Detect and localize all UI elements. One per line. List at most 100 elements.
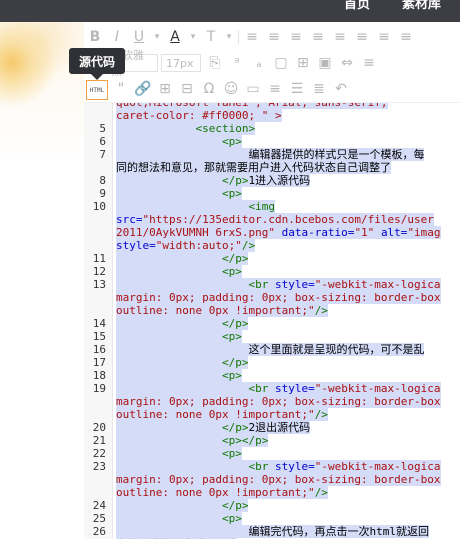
code-line[interactable]: 23 <br style="-webkit-max-logica <box>84 460 460 473</box>
line-number: 17 <box>92 356 106 369</box>
underline-icon[interactable]: U <box>128 27 150 47</box>
image-icon[interactable]: ▣ <box>314 53 336 73</box>
code-line[interactable]: outline: none 0px !important;"/> <box>84 304 460 317</box>
code-line[interactable]: 14 </p> <box>84 317 460 330</box>
source-code-editor[interactable]: quot;Microsoft YaHei", Arial, sans-serif… <box>84 102 460 539</box>
bold-icon[interactable]: B <box>84 27 106 47</box>
code-line[interactable]: outline: none 0px !important;"/> <box>84 408 460 421</box>
undo-icon[interactable]: ↶ <box>330 79 352 99</box>
emoji-icon[interactable]: ☺ <box>220 79 242 99</box>
code-line[interactable]: 20 </p>2退出源代码 <box>84 421 460 434</box>
more-icon[interactable]: ≡ <box>358 53 380 73</box>
line-number: 14 <box>92 317 106 330</box>
toolbar-row-font: ⌫ 微软雅黑 17px ⎘ ᵃ ₐ ▢ ⊞ ▣ ⇔ ≡ <box>84 49 380 78</box>
blockquote-icon[interactable]: " <box>110 79 132 99</box>
editor-toolbar: BIU▾A▾T▾≡≡≡≡≡≡≡≡ ⌫ 微软雅黑 17px ⎘ ᵃ ₐ ▢ ⊞ ▣… <box>84 22 460 102</box>
code-text: 2011/0AykVUMNH 6rxS.png" data-ratio="1" … <box>116 226 441 239</box>
code-text: margin: 0px; padding: 0px; box-sizing: b… <box>116 473 441 486</box>
code-text: outline: none 0px !important;"/> <box>116 486 328 499</box>
code-line[interactable]: 11 </p> <box>84 252 460 265</box>
code-line[interactable]: 17 </p> <box>84 356 460 369</box>
indent-icon[interactable]: ≡ <box>329 27 351 47</box>
code-line[interactable]: 22 <p> <box>84 447 460 460</box>
superscript-icon[interactable]: ᵃ <box>226 53 248 73</box>
code-line[interactable]: quot;Microsoft YaHei", Arial, sans-serif… <box>84 103 460 109</box>
code-line[interactable]: 同的想法和意见，那就需要用户进入代码状态自己调整了 <box>84 161 460 174</box>
font-color-icon[interactable]: A <box>164 27 186 47</box>
tooltip-label: 源代码 <box>78 54 115 69</box>
code-text: outline: none 0px !important;"/> <box>116 408 328 421</box>
code-line[interactable]: 21 <p></p> <box>84 434 460 447</box>
list-icon[interactable]: ☰ <box>286 79 308 99</box>
text-format-icon[interactable]: T <box>200 27 222 47</box>
line-number: 9 <box>99 187 106 200</box>
align-left-icon[interactable]: ≡ <box>241 27 263 47</box>
code-text: caret-color: #ff0000; " > <box>116 109 282 122</box>
line-number: 15 <box>92 330 106 343</box>
nav-home-link[interactable]: 首页 <box>344 0 370 12</box>
chevron-down-icon[interactable]: ▾ <box>186 27 200 47</box>
align-center-icon[interactable]: ≡ <box>263 27 285 47</box>
list-icon[interactable]: ≡ <box>373 27 395 47</box>
italic-icon[interactable]: I <box>106 27 128 47</box>
code-line[interactable]: 16 这个里面就是呈现的代码，可不是乱 <box>84 343 460 356</box>
line-spacing-icon[interactable]: ≡ <box>395 27 417 47</box>
code-text: <p> <box>116 369 460 382</box>
border-icon[interactable]: ▢ <box>270 53 292 73</box>
code-line[interactable]: 6 <p> <box>84 135 460 148</box>
code-line[interactable]: 9 <p> <box>84 187 460 200</box>
code-line[interactable]: src="https://135editor.cdn.bcebos.com/fi… <box>84 213 460 226</box>
format-paint-icon[interactable]: ⎘ <box>204 53 226 73</box>
code-text: 这个里面就是呈现的代码，可不是乱 <box>116 343 460 356</box>
align-right-icon[interactable]: ≡ <box>285 27 307 47</box>
code-line[interactable]: 24 </p> <box>84 499 460 512</box>
code-line[interactable]: 18 <p> <box>84 369 460 382</box>
delete-table-icon[interactable]: ⊟ <box>176 79 198 99</box>
code-text: <img <box>116 200 460 213</box>
code-line[interactable]: 15 <p> <box>84 330 460 343</box>
link-icon[interactable]: 🔗 <box>132 79 154 99</box>
code-line[interactable]: 8 </p>1进入源代码 <box>84 174 460 187</box>
code-line[interactable]: 12 <p> <box>84 265 460 278</box>
code-text: <p> <box>116 265 460 278</box>
chevron-down-icon[interactable]: ▾ <box>222 27 236 47</box>
code-line[interactable]: margin: 0px; padding: 0px; box-sizing: b… <box>84 473 460 486</box>
left-decorative-panel <box>0 22 84 538</box>
nav-materials-link[interactable]: 素材库 <box>402 0 441 12</box>
frame-icon[interactable]: ▭ <box>242 79 264 99</box>
code-text: <p> <box>116 330 460 343</box>
code-line[interactable]: style="width:auto;"/> <box>84 239 460 252</box>
code-line[interactable]: 25 <p> <box>84 512 460 525</box>
code-line[interactable]: outline: none 0px !important;"/> <box>84 486 460 499</box>
font-size-select[interactable]: 17px <box>161 54 201 72</box>
code-line[interactable]: 19 <br style="-webkit-max-logica <box>84 382 460 395</box>
align-justify-icon[interactable]: ≡ <box>307 27 329 47</box>
code-line[interactable]: margin: 0px; padding: 0px; box-sizing: b… <box>84 395 460 408</box>
code-line[interactable]: margin: 0px; padding: 0px; box-sizing: b… <box>84 291 460 304</box>
code-text: </p> <box>116 317 460 330</box>
outdent-icon[interactable]: ≡ <box>351 27 373 47</box>
code-line[interactable]: 26 编辑完代码，再点击一次html就返回 <box>84 525 460 538</box>
special-char-icon[interactable]: Ω <box>198 79 220 99</box>
table-icon[interactable]: ⊞ <box>292 53 314 73</box>
line-number: 19 <box>92 382 106 395</box>
line-number: 26 <box>92 525 106 538</box>
html-source-button[interactable]: HTML <box>86 80 108 100</box>
subscript-icon[interactable]: ₐ <box>248 53 270 73</box>
code-line[interactable]: 10 <img <box>84 200 460 213</box>
code-line[interactable]: 5 <section> <box>84 122 460 135</box>
code-content[interactable]: quot;Microsoft YaHei", Arial, sans-serif… <box>84 103 460 539</box>
code-line[interactable]: 13 <br style="-webkit-max-logica <box>84 278 460 291</box>
letter-spacing-icon[interactable]: ⇔ <box>336 53 358 73</box>
align-icon[interactable]: ≡ <box>264 79 286 99</box>
line-number: 25 <box>92 512 106 525</box>
code-text: <p> <box>116 512 460 525</box>
code-line[interactable]: caret-color: #ff0000; " > <box>84 109 460 122</box>
line-height-icon[interactable]: ≣ <box>308 79 330 99</box>
insert-table-icon[interactable]: ⊞ <box>154 79 176 99</box>
line-number: 20 <box>92 421 106 434</box>
code-text: </p> <box>116 499 460 512</box>
code-line[interactable]: 2011/0AykVUMNH 6rxS.png" data-ratio="1" … <box>84 226 460 239</box>
code-line[interactable]: 7 编辑器提供的样式只是一个模板，每 <box>84 148 460 161</box>
chevron-down-icon[interactable]: ▾ <box>150 27 164 47</box>
